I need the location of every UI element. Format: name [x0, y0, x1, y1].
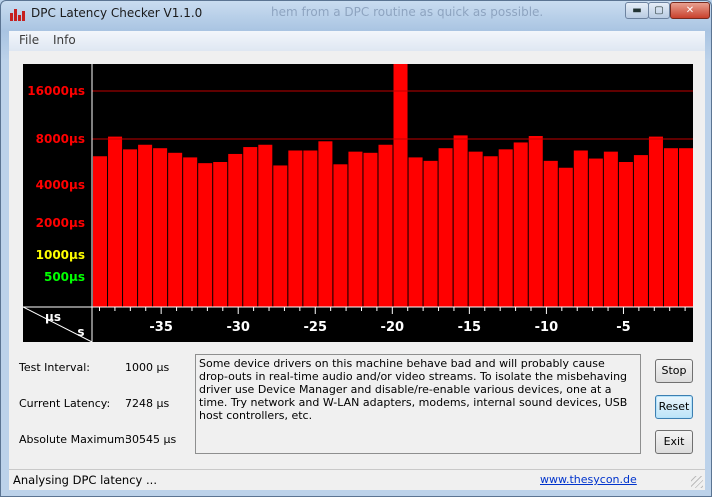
- maximize-button[interactable]: ▢: [648, 2, 670, 19]
- test-interval-label: Test Interval:: [19, 361, 90, 374]
- current-latency-label: Current Latency:: [19, 397, 111, 410]
- app-window: DPC Latency Checker V1.1.0 hem from a DP…: [0, 0, 712, 497]
- latency-bar: [648, 136, 663, 307]
- x-tick-label: -35: [149, 320, 173, 335]
- latency-bar: [273, 165, 288, 307]
- latency-bar: [183, 157, 198, 307]
- latency-bar: [243, 147, 258, 307]
- x-unit-label: s: [77, 325, 84, 339]
- latency-bar: [123, 149, 138, 307]
- latency-bar: [528, 136, 543, 307]
- absolute-maximum-label: Absolute Maximum:: [19, 433, 129, 446]
- latency-bar: [213, 162, 228, 307]
- x-tick-label: -10: [535, 320, 559, 335]
- latency-bar: [288, 150, 303, 307]
- latency-bar: [633, 155, 648, 307]
- latency-bar: [558, 167, 573, 307]
- minimize-button[interactable]: ▬: [625, 2, 649, 19]
- latency-bar: [333, 164, 348, 307]
- latency-bar: [438, 148, 453, 307]
- latency-bar: [168, 152, 183, 307]
- y-unit-label: µs: [45, 310, 61, 324]
- latency-bar: [663, 148, 678, 307]
- latency-bar: [498, 149, 513, 307]
- reset-button[interactable]: Reset: [655, 395, 693, 419]
- latency-bar: [93, 156, 108, 307]
- x-tick-label: -30: [226, 320, 250, 335]
- latency-bar: [573, 150, 588, 307]
- menu-file[interactable]: File: [19, 33, 39, 47]
- y-tick-label: 500µs: [44, 270, 85, 284]
- x-tick-label: -25: [304, 320, 328, 335]
- current-latency-value: 7248 µs: [125, 397, 170, 410]
- test-interval-value: 1000 µs: [125, 361, 170, 374]
- status-text: Analysing DPC latency ...: [13, 473, 157, 487]
- y-tick-label: 8000µs: [36, 132, 85, 146]
- title-bar[interactable]: DPC Latency Checker V1.1.0 hem from a DP…: [1, 1, 711, 27]
- latency-bar: [618, 162, 633, 307]
- latency-bar: [138, 144, 153, 307]
- latency-bar: [378, 144, 393, 307]
- latency-bar: [678, 148, 693, 307]
- background-window-text: hem from a DPC routine as quick as possi…: [271, 5, 544, 19]
- y-tick-label: 4000µs: [36, 178, 85, 192]
- menu-info[interactable]: Info: [53, 33, 76, 47]
- app-icon: [9, 7, 25, 21]
- x-tick-label: -15: [458, 320, 482, 335]
- latency-bar: [198, 163, 213, 307]
- client-area: 16000µs 8000µs 4000µs 2000µs 1000µs 500µs µs s -…: [9, 51, 705, 489]
- resize-grip-icon[interactable]: [691, 476, 703, 488]
- latency-bar: [603, 151, 618, 307]
- latency-bar: [453, 135, 468, 307]
- latency-bar: [363, 152, 378, 307]
- chart-svg: 16000µs 8000µs 4000µs 2000µs 1000µs 500µs µs s -…: [23, 64, 693, 342]
- close-button[interactable]: ✕: [670, 2, 710, 19]
- menu-bar: File Info: [9, 31, 705, 51]
- latency-bar: [348, 151, 363, 307]
- latency-bar: [468, 151, 483, 307]
- latency-bar: [423, 160, 438, 307]
- latency-bar: [408, 157, 423, 307]
- latency-bar: [108, 136, 123, 307]
- y-tick-label: 16000µs: [27, 84, 85, 98]
- latency-bar: [513, 142, 528, 307]
- exit-button[interactable]: Exit: [655, 430, 693, 454]
- latency-bar: [318, 141, 333, 307]
- latency-bar: [543, 160, 558, 307]
- website-link[interactable]: www.thesycon.de: [540, 473, 637, 486]
- x-tick-label: -20: [381, 320, 405, 335]
- message-box: Some device drivers on this machine beha…: [195, 354, 641, 454]
- latency-bar: [588, 158, 603, 307]
- stop-button[interactable]: Stop: [655, 359, 693, 383]
- latency-bar: [258, 144, 273, 307]
- absolute-maximum-value: 30545 µs: [125, 433, 177, 446]
- latency-bar: [153, 148, 168, 307]
- status-bar: Analysing DPC latency ... www.thesycon.d…: [9, 469, 705, 490]
- latency-bar: [228, 153, 243, 307]
- x-tick-label: -5: [616, 320, 630, 335]
- y-tick-label: 1000µs: [36, 248, 85, 262]
- y-tick-label: 2000µs: [36, 216, 85, 230]
- latency-bar: [483, 156, 498, 307]
- latency-bar: [303, 150, 318, 307]
- latency-chart: 16000µs 8000µs 4000µs 2000µs 1000µs 500µs µs s -…: [23, 64, 693, 342]
- window-title: DPC Latency Checker V1.1.0: [31, 6, 203, 20]
- latency-bar: [393, 64, 408, 307]
